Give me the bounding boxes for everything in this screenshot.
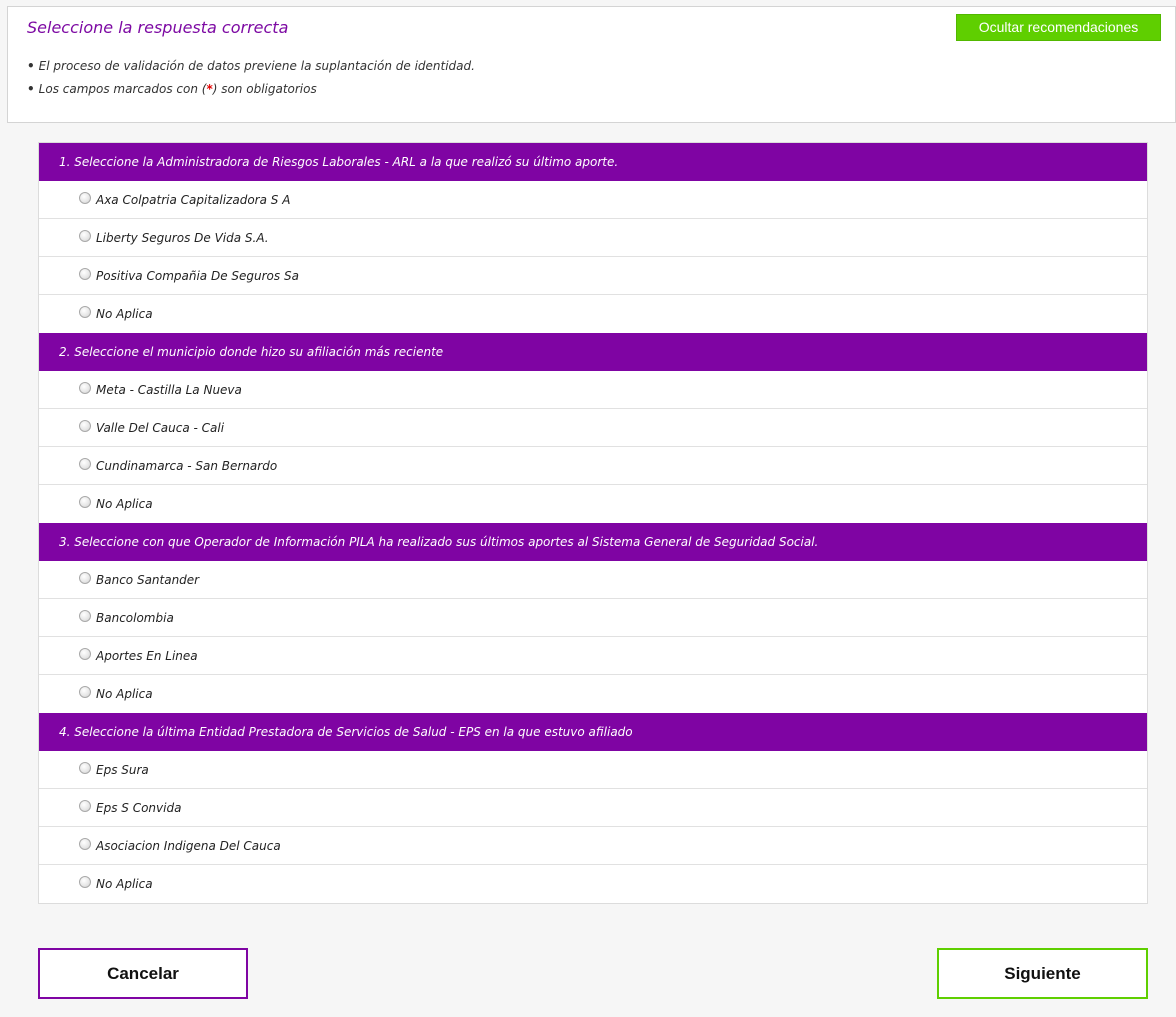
answer-option[interactable]: No Aplica	[39, 485, 1147, 523]
answer-option[interactable]: Aportes En Linea	[39, 637, 1147, 675]
question-title: 2. Seleccione el municipio donde hizo su…	[39, 333, 1147, 371]
hide-recommendations-button[interactable]: Ocultar recomendaciones	[956, 14, 1161, 41]
recommendations-list: • El proceso de validación de datos previ…	[27, 58, 475, 104]
answer-option[interactable]: Eps S Convida	[39, 789, 1147, 827]
next-button[interactable]: Siguiente	[937, 948, 1148, 999]
recommendation-text: El proceso de validación de datos previe…	[38, 59, 475, 73]
question-2: 2. Seleccione el municipio donde hizo su…	[39, 333, 1147, 523]
question-4: 4. Seleccione la última Entidad Prestado…	[39, 713, 1147, 903]
answer-option[interactable]: No Aplica	[39, 675, 1147, 713]
recommendation-text-before: Los campos marcados con (	[38, 82, 207, 96]
question-3: 3. Seleccione con que Operador de Inform…	[39, 523, 1147, 713]
option-label[interactable]: Meta - Castilla La Nueva	[96, 371, 242, 409]
option-label[interactable]: Bancolombia	[96, 599, 174, 637]
radio-button[interactable]	[79, 838, 91, 850]
recommendation-item: • El proceso de validación de datos previ…	[27, 58, 475, 81]
answer-option[interactable]: No Aplica	[39, 865, 1147, 903]
option-label[interactable]: Cundinamarca - San Bernardo	[96, 447, 277, 485]
radio-button[interactable]	[79, 762, 91, 774]
radio-button[interactable]	[79, 420, 91, 432]
recommendations-title: Seleccione la respuesta correcta	[27, 18, 289, 37]
answer-option[interactable]: Valle Del Cauca - Cali	[39, 409, 1147, 447]
bullet-icon: •	[27, 59, 35, 73]
answer-option[interactable]: Bancolombia	[39, 599, 1147, 637]
bullet-icon: •	[27, 82, 35, 96]
answer-option[interactable]: Eps Sura	[39, 751, 1147, 789]
questions-form: 1. Seleccione la Administradora de Riesg…	[38, 142, 1148, 904]
radio-button[interactable]	[79, 496, 91, 508]
radio-button[interactable]	[79, 458, 91, 470]
recommendation-text-after: ) son obligatorios	[212, 82, 317, 96]
answer-option[interactable]: No Aplica	[39, 295, 1147, 333]
radio-button[interactable]	[79, 876, 91, 888]
option-label[interactable]: No Aplica	[96, 485, 153, 523]
option-label[interactable]: Liberty Seguros De Vida S.A.	[96, 219, 269, 257]
cancel-button[interactable]: Cancelar	[38, 948, 248, 999]
answer-option[interactable]: Meta - Castilla La Nueva	[39, 371, 1147, 409]
option-label[interactable]: No Aplica	[96, 675, 153, 713]
answer-option[interactable]: Liberty Seguros De Vida S.A.	[39, 219, 1147, 257]
radio-button[interactable]	[79, 230, 91, 242]
option-label[interactable]: No Aplica	[96, 295, 153, 333]
option-label[interactable]: Banco Santander	[96, 561, 199, 599]
option-label[interactable]: Eps Sura	[96, 751, 149, 789]
answer-option[interactable]: Banco Santander	[39, 561, 1147, 599]
question-1: 1. Seleccione la Administradora de Riesg…	[39, 143, 1147, 333]
recommendation-item: • Los campos marcados con (*) son obligat…	[27, 81, 475, 104]
answer-option[interactable]: Axa Colpatria Capitalizadora S A	[39, 181, 1147, 219]
question-title: 1. Seleccione la Administradora de Riesg…	[39, 143, 1147, 181]
option-label[interactable]: No Aplica	[96, 865, 153, 903]
radio-button[interactable]	[79, 306, 91, 318]
option-label[interactable]: Axa Colpatria Capitalizadora S A	[96, 181, 290, 219]
radio-button[interactable]	[79, 686, 91, 698]
recommendations-panel: Seleccione la respuesta correcta Ocultar…	[7, 6, 1176, 123]
question-title: 3. Seleccione con que Operador de Inform…	[39, 523, 1147, 561]
radio-button[interactable]	[79, 572, 91, 584]
option-label[interactable]: Eps S Convida	[96, 789, 181, 827]
option-label[interactable]: Valle Del Cauca - Cali	[96, 409, 224, 447]
option-label[interactable]: Aportes En Linea	[96, 637, 198, 675]
radio-button[interactable]	[79, 268, 91, 280]
radio-button[interactable]	[79, 648, 91, 660]
answer-option[interactable]: Cundinamarca - San Bernardo	[39, 447, 1147, 485]
option-label[interactable]: Asociacion Indigena Del Cauca	[96, 827, 281, 865]
option-label[interactable]: Positiva Compañia De Seguros Sa	[96, 257, 299, 295]
radio-button[interactable]	[79, 382, 91, 394]
radio-button[interactable]	[79, 192, 91, 204]
radio-button[interactable]	[79, 800, 91, 812]
question-title: 4. Seleccione la última Entidad Prestado…	[39, 713, 1147, 751]
answer-option[interactable]: Asociacion Indigena Del Cauca	[39, 827, 1147, 865]
radio-button[interactable]	[79, 610, 91, 622]
answer-option[interactable]: Positiva Compañia De Seguros Sa	[39, 257, 1147, 295]
